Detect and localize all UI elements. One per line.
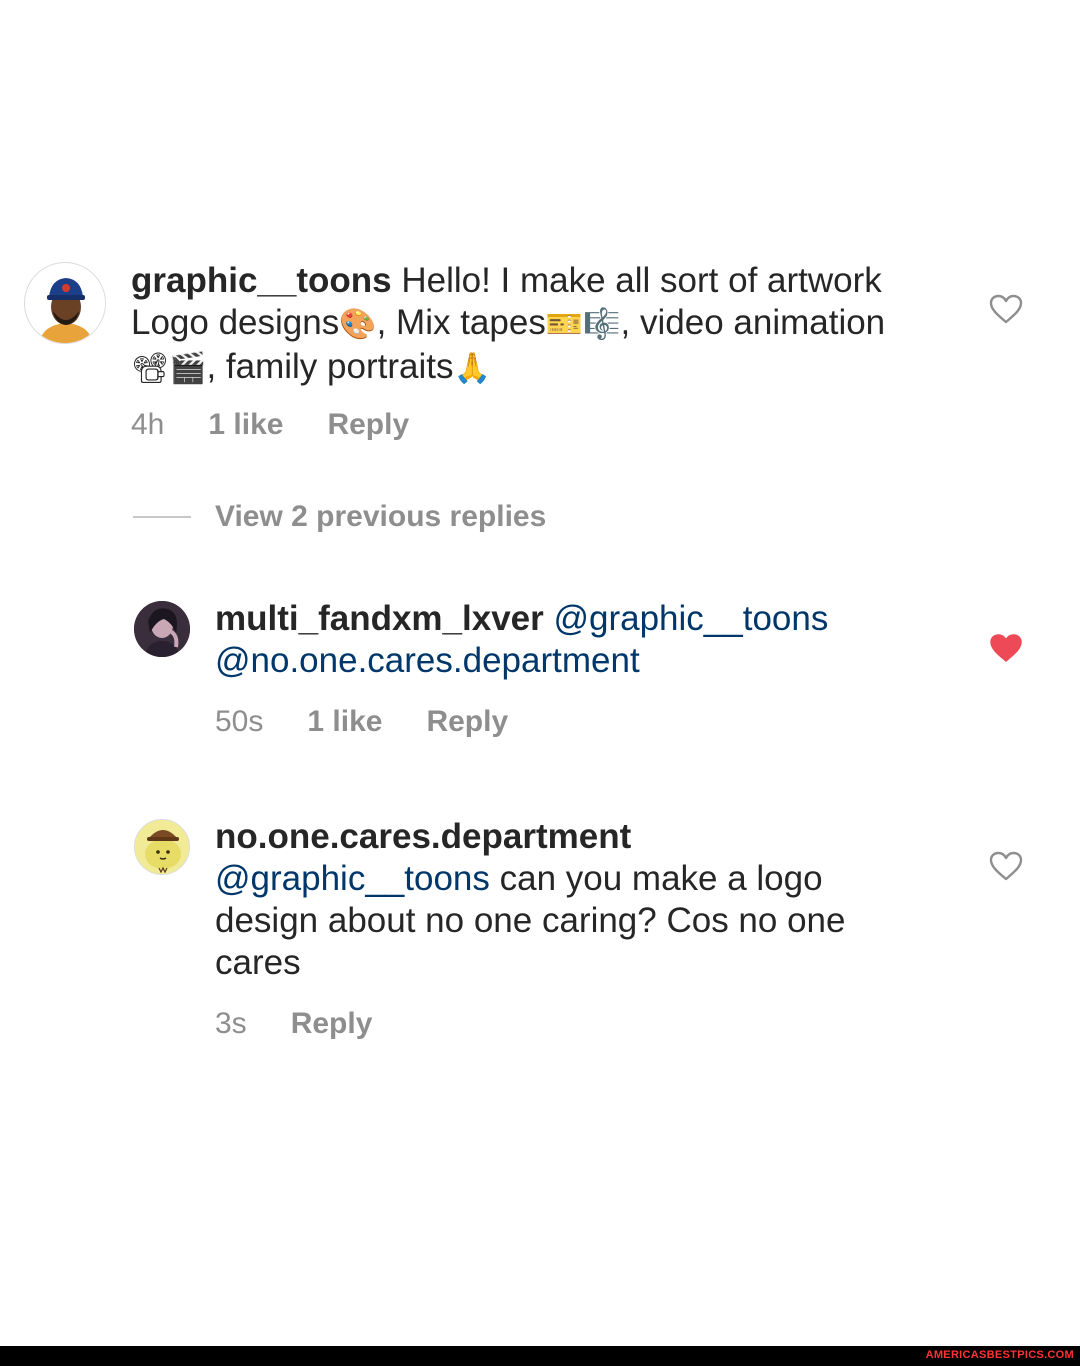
comment-meta: 4h 1 like Reply	[131, 408, 409, 442]
mention-link[interactable]: @graphic__toons	[215, 859, 490, 898]
avatar-no-one-cares-department[interactable]	[134, 819, 190, 875]
comment-text: , video animation	[620, 303, 886, 342]
comment-username[interactable]: no.one.cares.department	[215, 817, 631, 856]
watermark-bar: AMERICASBESTPICS.COM	[0, 1346, 1080, 1366]
comment-username[interactable]: multi_fandxm_lxver	[215, 599, 544, 638]
comment-meta: 3s Reply	[215, 1007, 372, 1041]
heart-outline-icon[interactable]	[989, 294, 1023, 324]
comment-likes-count[interactable]: 1 like	[208, 408, 283, 442]
comment-timestamp: 4h	[131, 408, 165, 441]
comment-text: , family portraits	[206, 347, 454, 386]
heart-filled-icon[interactable]	[989, 633, 1023, 663]
palette-emoji-icon: 🎨	[339, 307, 377, 342]
view-previous-replies-button[interactable]: View 2 previous replies	[133, 500, 546, 534]
comment-username[interactable]: graphic__toons	[131, 261, 392, 300]
comment-timestamp: 3s	[215, 1007, 247, 1040]
projector-clapper-emoji-icon: 📽🎬	[131, 351, 207, 386]
comment-body: multi_fandxm_lxver @graphic__toons @no.o…	[215, 598, 935, 682]
comment-meta: 50s 1 like Reply	[215, 705, 508, 739]
avatar-graphic-toons[interactable]	[24, 262, 106, 344]
heart-outline-icon[interactable]	[989, 851, 1023, 881]
avatar-character-image	[135, 820, 189, 874]
reply-button[interactable]: Reply	[426, 705, 508, 739]
ticket-music-emoji-icon: 🎫🎼	[545, 307, 621, 342]
view-replies-label: View 2 previous replies	[215, 500, 547, 533]
comments-page: graphic__toons Hello! I make all sort of…	[0, 0, 1080, 1366]
comment-likes-count[interactable]: 1 like	[307, 705, 382, 739]
avatar-portrait-image	[26, 264, 105, 343]
avatar-multi-fandxm-lxver[interactable]	[134, 601, 190, 657]
mention-link[interactable]: @graphic__toons	[544, 599, 828, 638]
reply-button[interactable]: Reply	[327, 408, 409, 442]
comment-text: , Mix tapes	[376, 303, 546, 342]
praying-hands-emoji-icon: 🙏	[453, 351, 491, 386]
comment-body: no.one.cares.department @graphic__toons …	[215, 816, 915, 984]
comment-timestamp: 50s	[215, 705, 264, 738]
avatar-portrait-image	[134, 601, 190, 657]
watermark-text: AMERICASBESTPICS.COM	[925, 1349, 1074, 1361]
comment-body: graphic__toons Hello! I make all sort of…	[131, 260, 891, 390]
mention-link[interactable]: @no.one.cares.department	[215, 641, 640, 680]
divider-line	[133, 516, 191, 518]
reply-button[interactable]: Reply	[291, 1007, 373, 1041]
